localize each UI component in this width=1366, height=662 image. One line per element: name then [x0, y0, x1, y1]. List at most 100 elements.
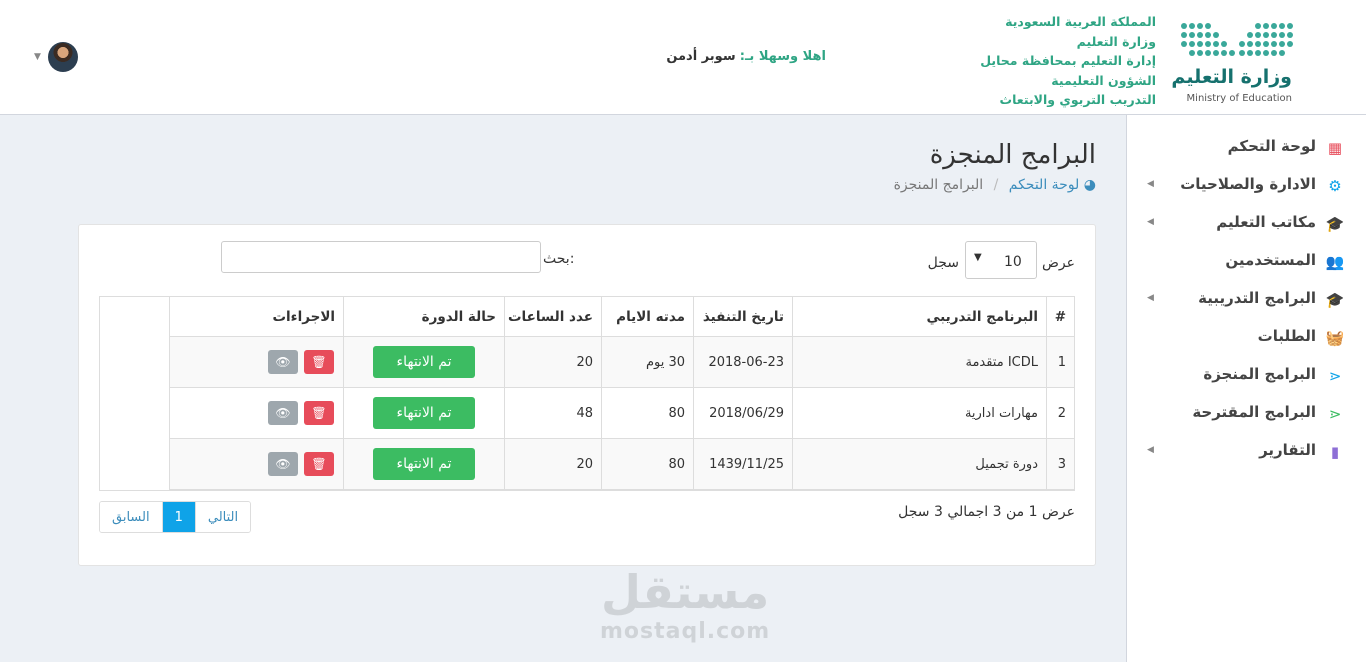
- eye-icon: 👁: [275, 355, 291, 369]
- graduation-cap-icon: 🎓: [1325, 215, 1345, 233]
- table-cell: 20: [504, 337, 601, 388]
- table-cell: 80: [601, 439, 693, 490]
- org-line: المملكة العربية السعودية: [1005, 14, 1156, 29]
- logo-english-text: Ministry of Education: [1186, 93, 1292, 104]
- welcome-prefix: اهلا وسهلا بـ:: [739, 49, 826, 64]
- sidebar-item[interactable]: ⋖ البرامج المنجزة: [1127, 357, 1366, 395]
- pagination-next[interactable]: التالي: [194, 502, 251, 532]
- status-badge[interactable]: تم الانتهاء: [373, 448, 475, 480]
- view-button[interactable]: 👁: [268, 401, 298, 425]
- sidebar-item[interactable]: ⋖ البرامج المقترحة: [1127, 395, 1366, 433]
- search-input[interactable]: [221, 241, 541, 273]
- table-cell: 1439/11/25: [693, 439, 792, 490]
- eye-icon: 👁: [275, 457, 291, 471]
- show-label: عرض: [1041, 255, 1075, 271]
- table-header-cell[interactable]: مدته الايام: [601, 297, 693, 337]
- sidebar-item-label: مكاتب التعليم: [1216, 213, 1316, 231]
- org-line: وزارة التعليم: [1076, 33, 1156, 49]
- breadcrumb-current: البرامج المنجزة: [893, 177, 984, 193]
- sidebar-item[interactable]: ⚙ الادارة والصلاحيات ◀: [1127, 167, 1366, 205]
- org-line: إدارة التعليم بمحافظة محايل: [980, 53, 1156, 68]
- sidebar-item[interactable]: 🎓 مكاتب التعليم ◀: [1127, 205, 1366, 243]
- watermark: مستقل mostaql.com: [600, 565, 770, 644]
- sidebar: ▦ لوحة التحكم ⚙ الادارة والصلاحيات ◀ 🎓 مكاتب ا…: [1126, 115, 1366, 662]
- trash-icon: 🗑: [311, 406, 327, 420]
- user-name: سوبر أدمن: [666, 49, 736, 64]
- user-menu-caret-icon[interactable]: ▼: [34, 52, 41, 62]
- sidebar-item[interactable]: ▮ التقارير ◀: [1127, 433, 1366, 471]
- table-spacer-column: [100, 297, 170, 490]
- status-badge[interactable]: تم الانتهاء: [373, 346, 475, 378]
- delete-button[interactable]: 🗑: [304, 350, 334, 374]
- view-button[interactable]: 👁: [268, 350, 298, 374]
- graduation-cap-icon: 🎓: [1325, 291, 1345, 309]
- chevron-down-icon: ▼: [974, 252, 982, 263]
- logo-arabic-text: وزارة التعليم: [1171, 66, 1292, 88]
- table-cell: 1: [1046, 337, 1074, 388]
- table-cell: دورة تجميل: [792, 439, 1046, 490]
- breadcrumb-separator: /: [993, 177, 999, 193]
- table-cell: 3: [1046, 439, 1074, 490]
- programs-table: # البرنامج التدريبي تاريخ التنفيذ مدته الاي…: [99, 296, 1075, 491]
- caret-left-icon: ◀: [1147, 179, 1154, 189]
- sidebar-item[interactable]: 🧺 الطلبات: [1127, 319, 1366, 357]
- ministry-logo: وزارة التعليم Ministry of Education: [1171, 14, 1296, 109]
- records-label: سجل: [927, 255, 959, 271]
- table-cell: 20: [504, 439, 601, 490]
- delete-button[interactable]: 🗑: [304, 401, 334, 425]
- welcome-message: اهلا وسهلا بـ: سوبر أدمن: [666, 49, 826, 64]
- table-cell: مهارات ادارية: [792, 388, 1046, 439]
- programs-box: عرض 10 ▼ سجل بحث: # البرنامج التدريبي تاري…: [78, 224, 1096, 566]
- pagination: السابق 1 التالي: [99, 501, 252, 533]
- sidebar-item-label: لوحة التحكم: [1227, 137, 1316, 155]
- watermark-arabic: مستقل: [601, 565, 770, 619]
- caret-left-icon: ◀: [1147, 293, 1154, 303]
- pagination-page-1[interactable]: 1: [161, 502, 195, 532]
- table-header-cell[interactable]: البرنامج التدريبي: [792, 297, 1046, 337]
- avatar[interactable]: [48, 42, 78, 72]
- org-line: التدريب التربوي والابتعاث: [999, 92, 1156, 107]
- page-length-select[interactable]: 10 ▼: [965, 241, 1037, 279]
- table-header-cell[interactable]: #: [1046, 297, 1074, 337]
- pagination-prev[interactable]: السابق: [100, 502, 162, 532]
- bar-chart-icon: ▮: [1330, 443, 1340, 461]
- status-badge[interactable]: تم الانتهاء: [373, 397, 475, 429]
- table-header-cell[interactable]: عدد الساعات: [504, 297, 601, 337]
- sidebar-item[interactable]: ▦ لوحة التحكم: [1127, 129, 1366, 167]
- table-cell: ICDL متقدمة: [792, 337, 1046, 388]
- table-info: عرض 1 من 3 اجمالي 3 سجل: [898, 504, 1075, 520]
- page-length-value: 10: [1004, 254, 1022, 270]
- sidebar-item[interactable]: 🎓 البرامج التدريبية ◀: [1127, 281, 1366, 319]
- breadcrumb-home-link[interactable]: لوحة التحكم: [1009, 177, 1080, 193]
- sidebar-item-label: البرامج المقترحة: [1192, 403, 1316, 421]
- dashboard-icon: ▦: [1327, 139, 1343, 157]
- page-title: البرامج المنجزة: [929, 140, 1096, 170]
- org-line: الشؤون التعليمية: [1051, 72, 1156, 88]
- logo-dots-icon: [1181, 23, 1293, 56]
- top-header: وزارة التعليم Ministry of Education المم…: [0, 0, 1366, 115]
- table-cell: 2018-06-23: [693, 337, 792, 388]
- caret-left-icon: ◀: [1147, 445, 1154, 455]
- delete-button[interactable]: 🗑: [304, 452, 334, 476]
- table-cell: 30 يوم: [601, 337, 693, 388]
- organization-lines: المملكة العربية السعودية وزارة التعليم إ…: [980, 12, 1156, 110]
- share-icon: ⋖: [1328, 405, 1342, 423]
- sidebar-item-label: الادارة والصلاحيات: [1180, 175, 1316, 193]
- dashboard-icon: ◕: [1083, 177, 1096, 193]
- gear-icon: ⚙: [1328, 177, 1342, 195]
- view-button[interactable]: 👁: [268, 452, 298, 476]
- table-header-cell[interactable]: حالة الدورة: [343, 297, 504, 337]
- breadcrumb: ◕ لوحة التحكم / البرامج المنجزة: [894, 177, 1096, 193]
- table-header-cell[interactable]: تاريخ التنفيذ: [693, 297, 792, 337]
- search-label: بحث:: [543, 251, 575, 267]
- sidebar-item-label: التقارير: [1259, 441, 1316, 459]
- table-cell: 2018/06/29: [693, 388, 792, 439]
- eye-icon: 👁: [275, 406, 291, 420]
- users-icon: 👥: [1325, 253, 1345, 271]
- table-header-cell[interactable]: الاجراءات: [169, 297, 343, 337]
- trash-icon: 🗑: [311, 355, 327, 369]
- table-cell: 2: [1046, 388, 1074, 439]
- sidebar-item-label: الطلبات: [1257, 327, 1316, 345]
- sidebar-item[interactable]: 👥 المستخدمين: [1127, 243, 1366, 281]
- sidebar-item-label: المستخدمين: [1225, 251, 1316, 269]
